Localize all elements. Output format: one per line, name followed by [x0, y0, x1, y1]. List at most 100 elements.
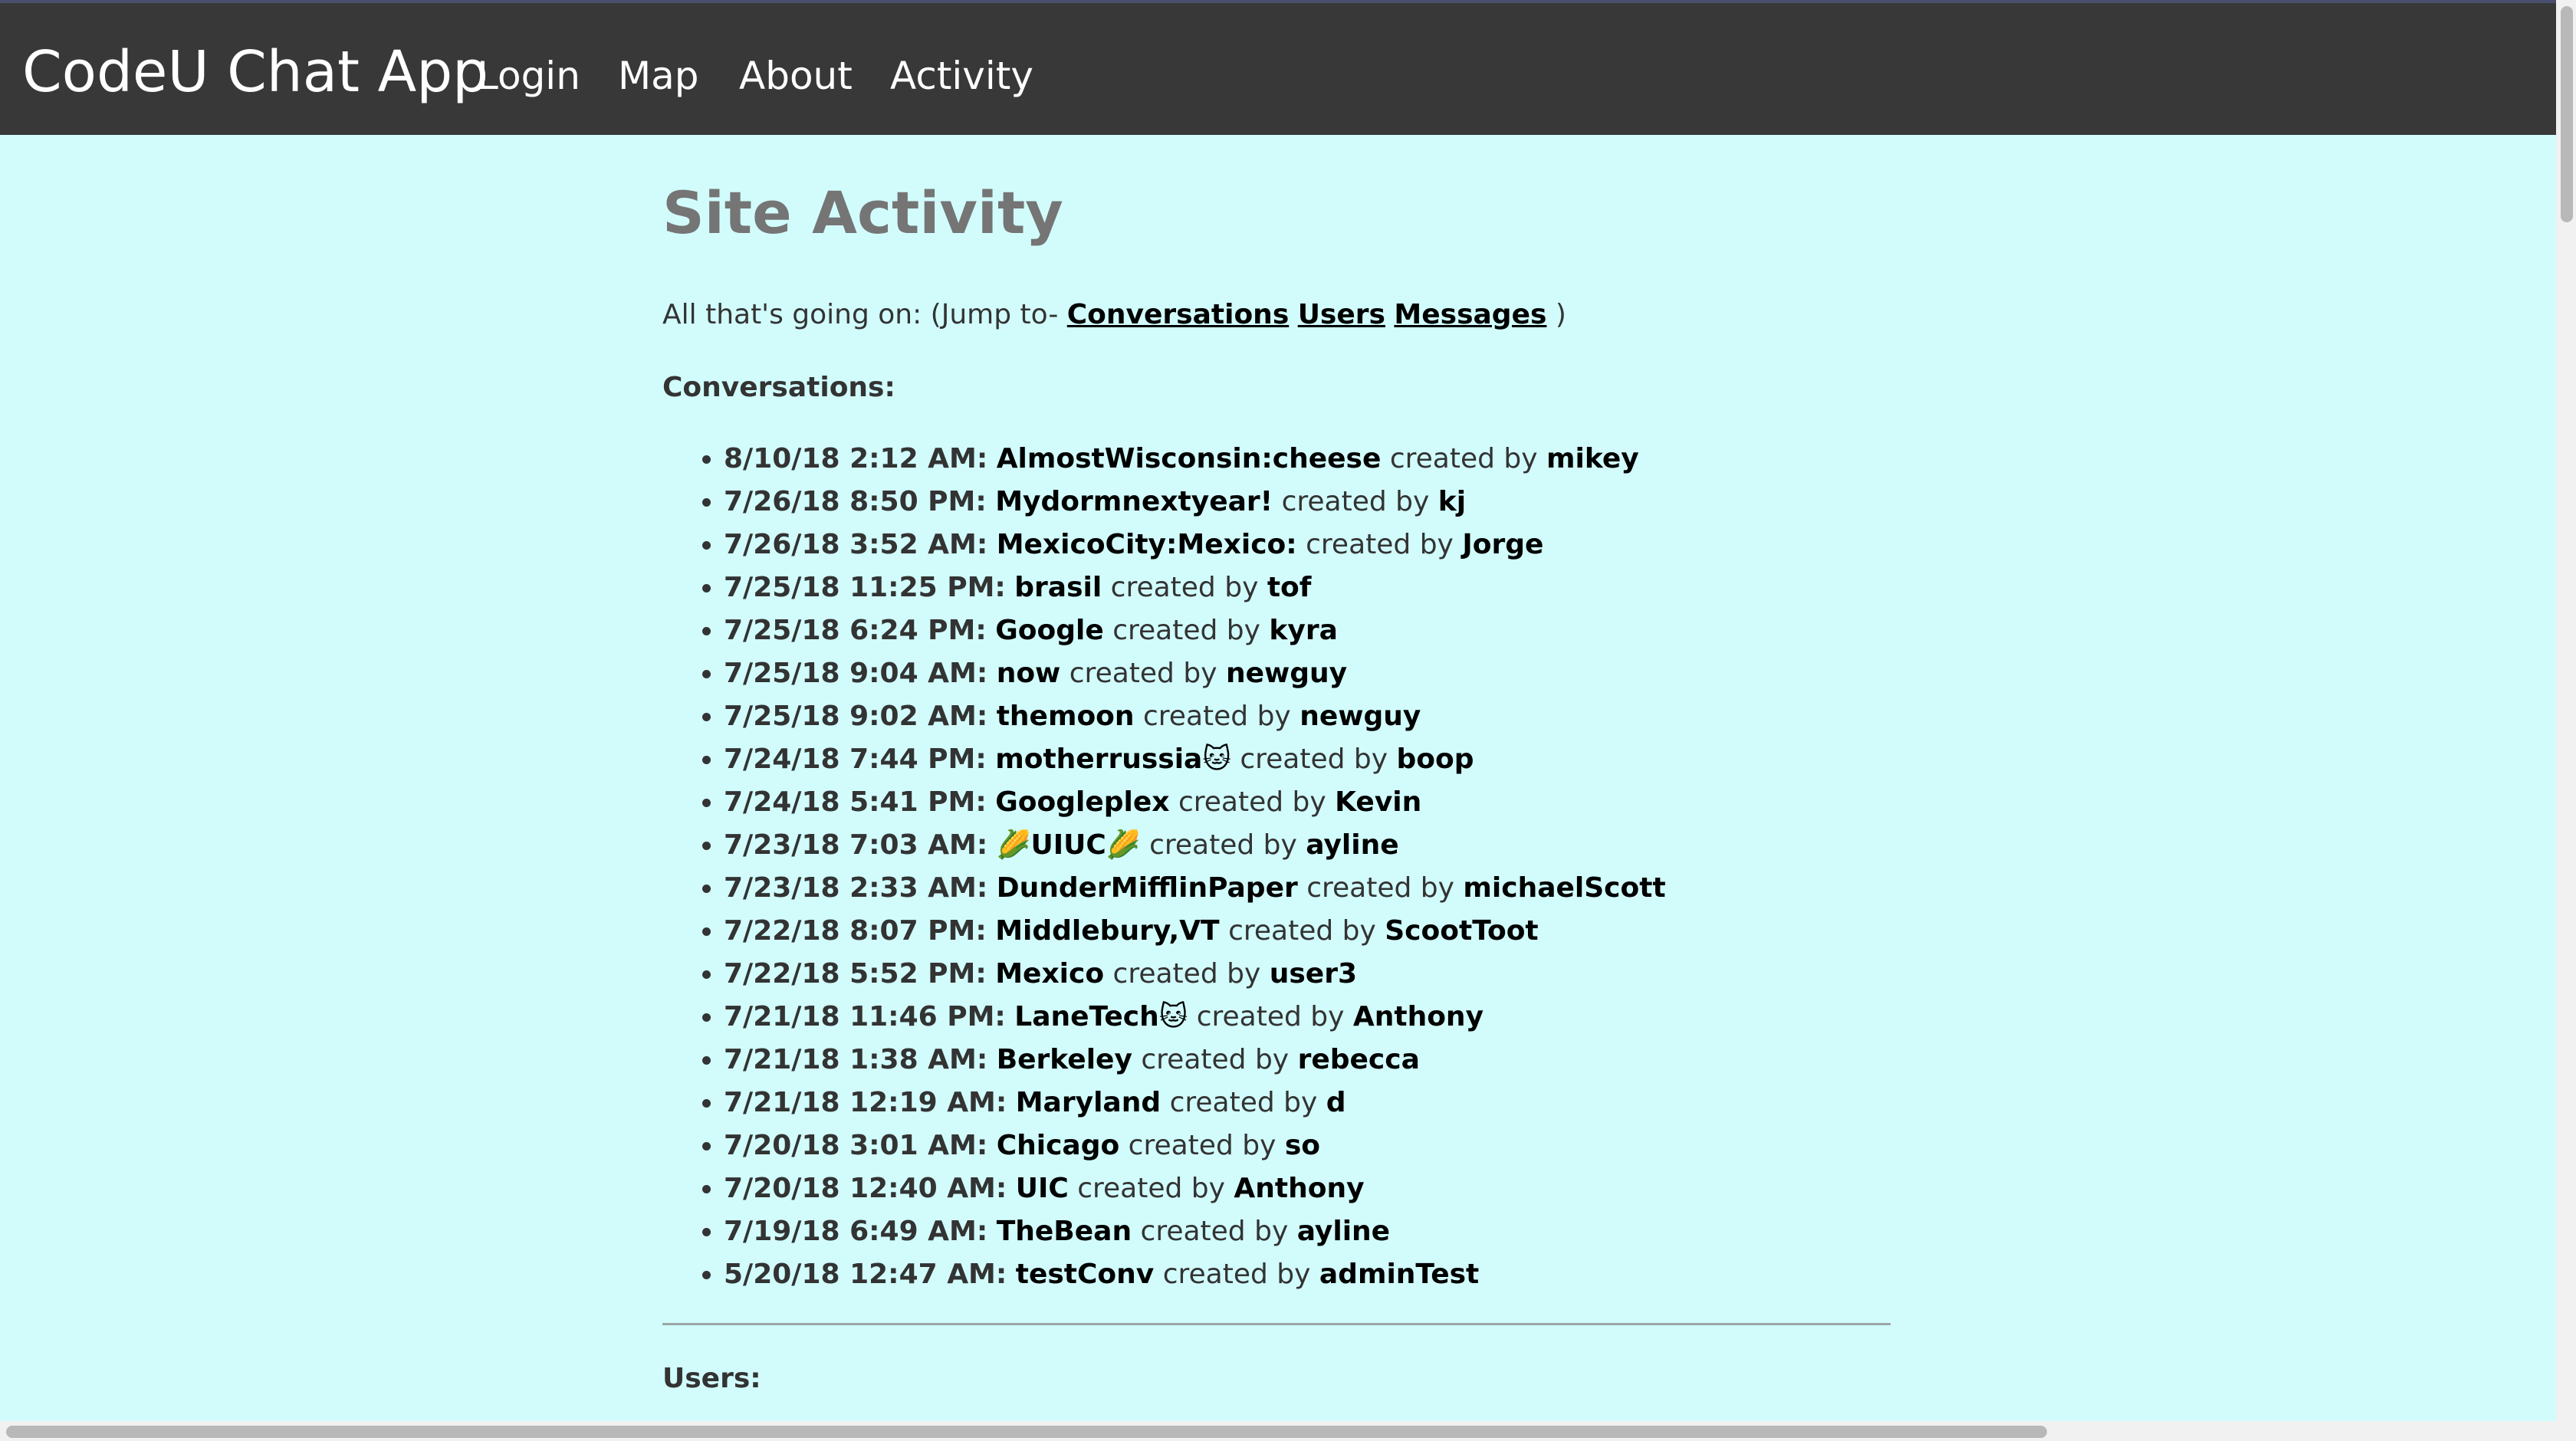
intro-suffix: ) [1546, 299, 1566, 330]
conversation-time: 7/24/18 7:44 PM: [724, 743, 987, 775]
created-by-text: created by [1306, 529, 1454, 560]
intro-text: All that's going on: (Jump to- Conversat… [662, 296, 1566, 334]
conversation-time: 7/21/18 12:19 AM: [724, 1087, 1007, 1118]
nav-link-about[interactable]: About [739, 51, 853, 100]
conversation-time: 7/21/18 11:46 PM: [724, 1001, 1006, 1032]
conversation-title-link[interactable]: Googleplex [995, 786, 1169, 818]
conversation-title-link[interactable]: Maryland [1016, 1087, 1161, 1118]
nav-link-activity[interactable]: Activity [890, 51, 1033, 100]
conversation-author-link[interactable]: user3 [1270, 958, 1357, 990]
conversation-author-link[interactable]: kyra [1269, 615, 1337, 646]
jump-link-conversations[interactable]: Conversations [1067, 299, 1289, 330]
created-by-text: created by [1162, 1259, 1311, 1290]
conversation-title-link[interactable]: themoon [997, 701, 1135, 732]
created-by-text: created by [1141, 1044, 1290, 1075]
brand-link[interactable]: CodeU Chat App [22, 38, 488, 107]
conversation-time: 7/21/18 1:38 AM: [724, 1044, 988, 1075]
conversation-time: 7/23/18 7:03 AM: [724, 829, 988, 861]
section-divider [662, 1323, 1891, 1325]
conversation-title-link[interactable]: Berkeley [997, 1044, 1132, 1075]
conversation-time: 7/25/18 9:04 AM: [724, 658, 988, 689]
created-by-text: created by [1196, 1001, 1345, 1032]
conversation-author-link[interactable]: Anthony [1234, 1173, 1364, 1204]
conversation-title-link[interactable]: MexicoCity:Mexico: [997, 529, 1297, 560]
conversation-title-link[interactable]: TheBean [997, 1216, 1132, 1247]
created-by-text: created by [1112, 615, 1260, 646]
conversation-item: 7/24/18 7:44 PM: motherrussia🐱 created b… [724, 738, 1666, 781]
horizontal-scrollbar[interactable] [0, 1421, 2556, 1441]
conversation-title-link[interactable]: Mydormnextyear! [995, 486, 1273, 517]
conversation-title-link[interactable]: 🌽UIUC🌽 [997, 829, 1141, 861]
created-by-text: created by [1143, 701, 1291, 732]
conversation-author-link[interactable]: kj [1438, 486, 1466, 517]
conversation-title-link[interactable]: Google [995, 615, 1104, 646]
conversation-item: 7/25/18 9:02 AM: themoon created by newg… [724, 695, 1666, 738]
vertical-scrollbar-thumb[interactable] [2561, 6, 2573, 222]
conversation-author-link[interactable]: mikey [1546, 443, 1639, 474]
vertical-scrollbar[interactable] [2556, 0, 2576, 1441]
conversation-item: 7/23/18 7:03 AM: 🌽UIUC🌽 created by aylin… [724, 824, 1666, 867]
conversation-time: 7/20/18 12:40 AM: [724, 1173, 1007, 1204]
conversation-time: 7/24/18 5:41 PM: [724, 786, 987, 818]
conversation-title-link[interactable]: AlmostWisconsin:cheese [997, 443, 1382, 474]
conversation-author-link[interactable]: tof [1267, 572, 1312, 603]
conversation-author-link[interactable]: newguy [1300, 701, 1421, 732]
created-by-text: created by [1178, 786, 1326, 818]
conversation-title-link[interactable]: brasil [1014, 572, 1102, 603]
jump-link-users[interactable]: Users [1298, 299, 1385, 330]
nav-link-login[interactable]: Login [477, 51, 580, 100]
conversation-author-link[interactable]: ayline [1306, 829, 1398, 861]
conversation-title-link[interactable]: Mexico [995, 958, 1104, 990]
conversation-item: 7/25/18 9:04 AM: now created by newguy [724, 652, 1666, 695]
conversation-author-link[interactable]: Anthony [1353, 1001, 1484, 1032]
conversation-time: 7/19/18 6:49 AM: [724, 1216, 988, 1247]
horizontal-scrollbar-thumb[interactable] [6, 1426, 2047, 1438]
conversations-heading: Conversations: [662, 372, 895, 403]
conversation-item: 7/21/18 12:19 AM: Maryland created by d [724, 1082, 1666, 1124]
created-by-text: created by [1149, 829, 1297, 861]
conversation-item: 7/19/18 6:49 AM: TheBean created by ayli… [724, 1210, 1666, 1253]
created-by-text: created by [1110, 572, 1259, 603]
conversation-author-link[interactable]: Kevin [1335, 786, 1421, 818]
conversation-item: 7/23/18 2:33 AM: DunderMifflinPaper crea… [724, 867, 1666, 910]
conversation-item: 8/10/18 2:12 AM: AlmostWisconsin:cheese … [724, 438, 1666, 481]
conversation-time: 7/26/18 8:50 PM: [724, 486, 987, 517]
conversation-author-link[interactable]: ScootToot [1385, 915, 1538, 947]
conversation-item: 7/26/18 8:50 PM: Mydormnextyear! created… [724, 481, 1666, 524]
conversation-author-link[interactable]: adminTest [1319, 1259, 1479, 1290]
conversation-title-link[interactable]: LaneTech🐱 [1014, 1001, 1188, 1032]
jump-link-messages[interactable]: Messages [1394, 299, 1546, 330]
conversation-title-link[interactable]: Middlebury,VT [995, 915, 1219, 947]
created-by-text: created by [1128, 1130, 1276, 1161]
users-heading: Users: [662, 1363, 761, 1394]
conversation-author-link[interactable]: michaelScott [1463, 872, 1665, 904]
conversation-item: 7/22/18 5:52 PM: Mexico created by user3 [724, 953, 1666, 996]
conversation-author-link[interactable]: ayline [1297, 1216, 1390, 1247]
conversation-title-link[interactable]: UIC [1016, 1173, 1069, 1204]
created-by-text: created by [1112, 958, 1261, 990]
conversation-title-link[interactable]: Chicago [997, 1130, 1120, 1161]
conversation-author-link[interactable]: Jorge [1462, 529, 1543, 560]
conversation-time: 8/10/18 2:12 AM: [724, 443, 988, 474]
conversation-title-link[interactable]: DunderMifflinPaper [997, 872, 1298, 904]
conversation-title-link[interactable]: testConv [1016, 1259, 1155, 1290]
created-by-text: created by [1069, 658, 1217, 689]
conversation-time: 7/25/18 9:02 AM: [724, 701, 988, 732]
created-by-text: created by [1281, 486, 1430, 517]
conversation-title-link[interactable]: motherrussia🐱 [995, 743, 1231, 775]
conversation-time: 7/22/18 5:52 PM: [724, 958, 987, 990]
conversation-author-link[interactable]: newguy [1226, 658, 1347, 689]
conversation-item: 7/25/18 11:25 PM: brasil created by tof [724, 566, 1666, 609]
conversation-author-link[interactable]: so [1285, 1130, 1320, 1161]
conversation-title-link[interactable]: now [997, 658, 1061, 689]
conversation-list: 8/10/18 2:12 AM: AlmostWisconsin:cheese … [662, 438, 1666, 1296]
conversation-time: 7/26/18 3:52 AM: [724, 529, 988, 560]
conversation-author-link[interactable]: d [1326, 1087, 1346, 1118]
conversation-item: 5/20/18 12:47 AM: testConv created by ad… [724, 1253, 1666, 1296]
conversation-time: 7/25/18 11:25 PM: [724, 572, 1006, 603]
nav-link-map[interactable]: Map [618, 51, 699, 100]
conversation-time: 7/20/18 3:01 AM: [724, 1130, 988, 1161]
conversation-item: 7/20/18 3:01 AM: Chicago created by so [724, 1124, 1666, 1167]
conversation-author-link[interactable]: rebecca [1298, 1044, 1420, 1075]
conversation-author-link[interactable]: boop [1397, 743, 1474, 775]
